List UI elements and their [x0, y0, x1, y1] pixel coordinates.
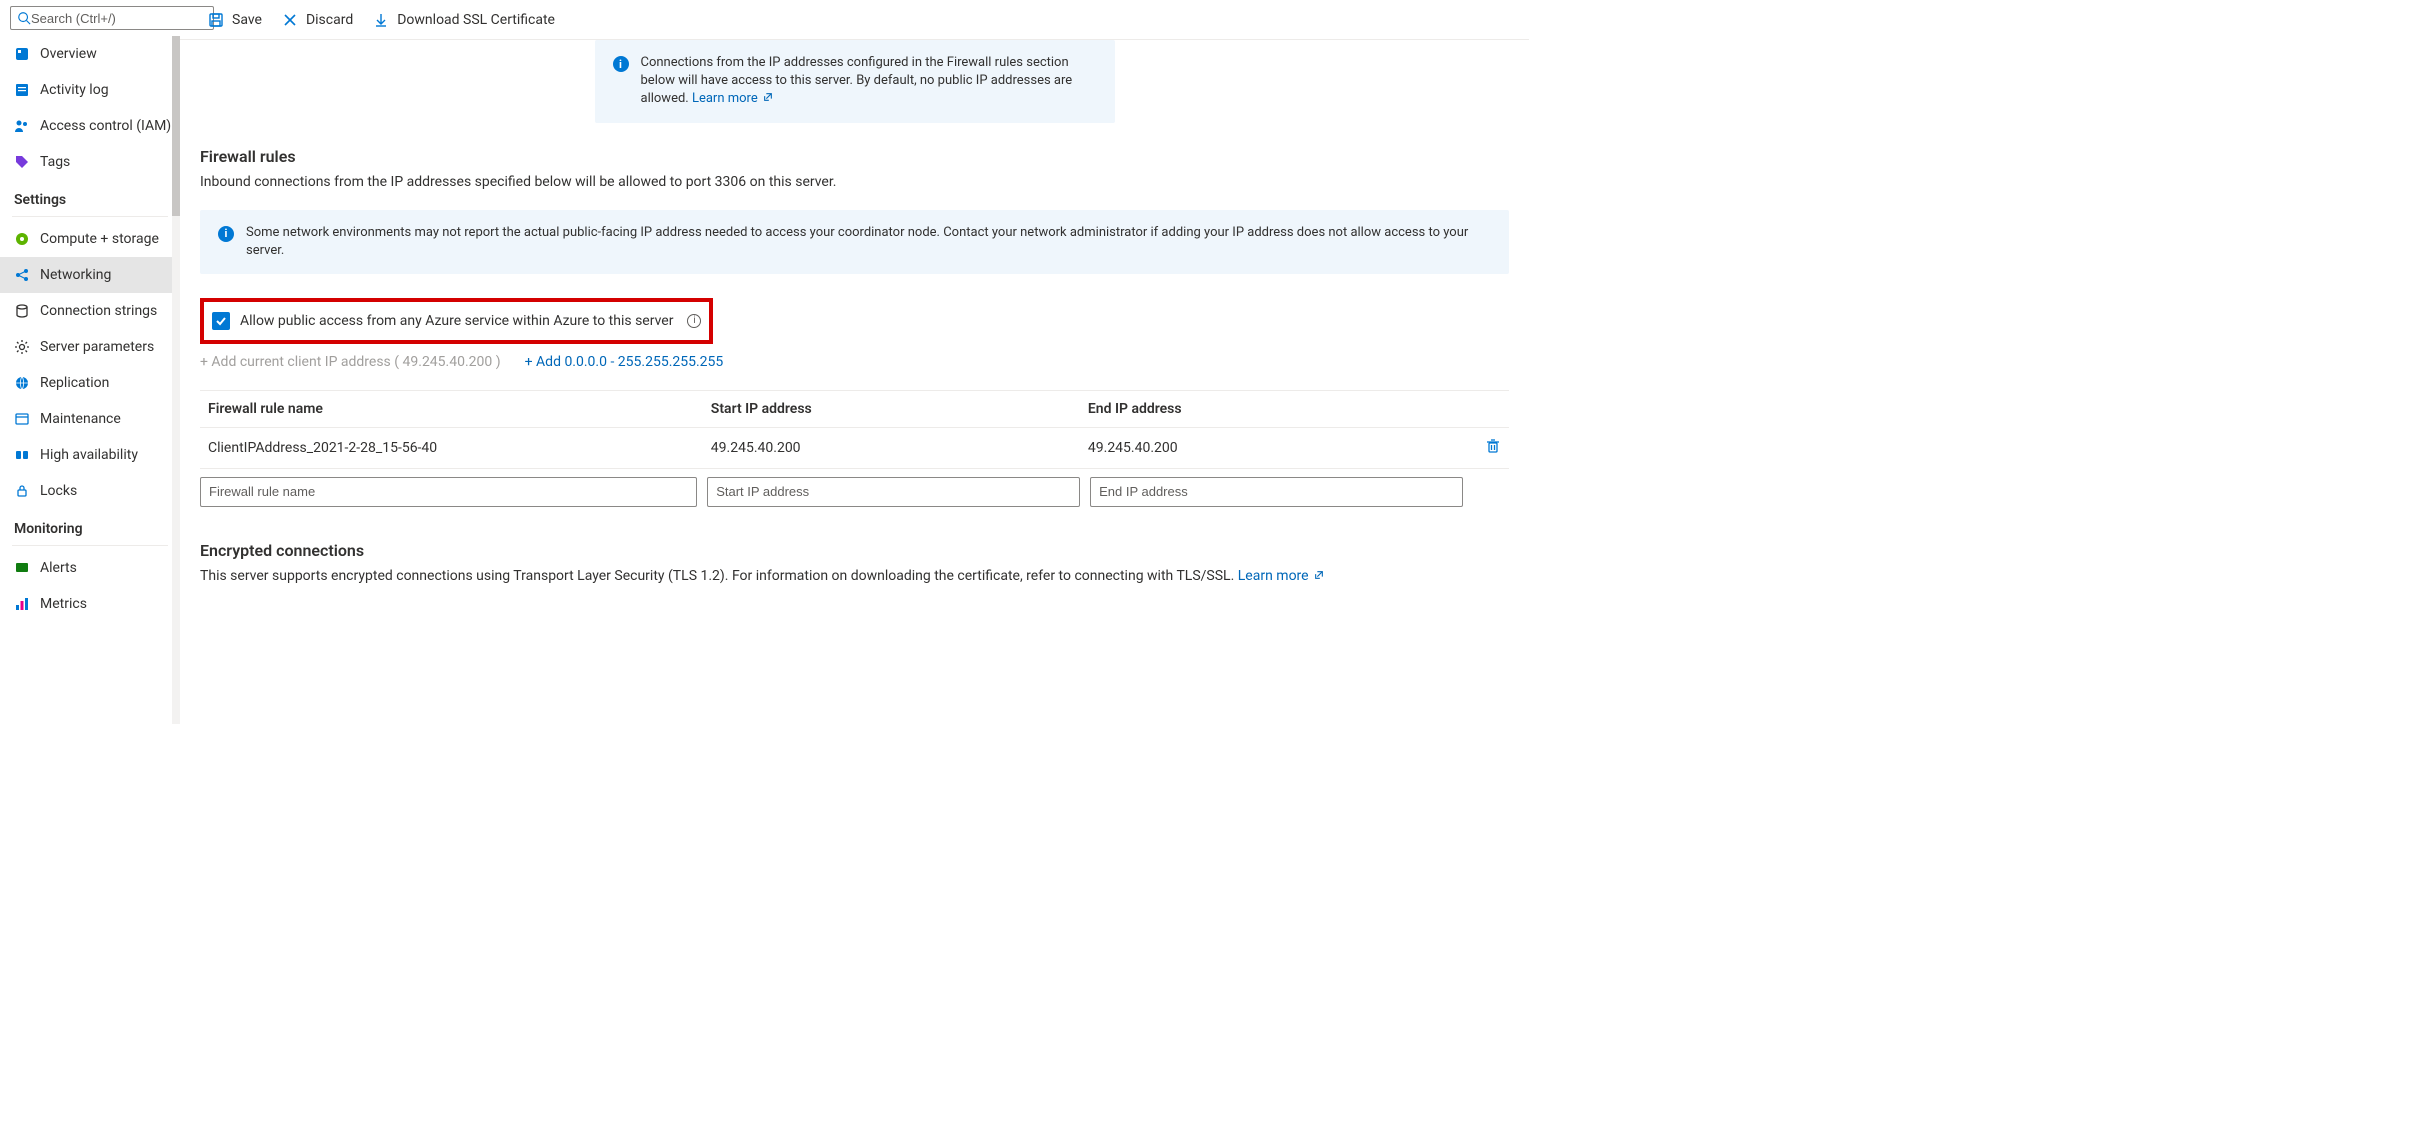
allow-azure-services-highlight: Allow public access from any Azure servi… — [200, 298, 713, 344]
sidebar-item-metrics[interactable]: Metrics — [0, 586, 180, 622]
sidebar-item-overview[interactable]: Overview — [0, 36, 180, 72]
cell-end-ip: 49.245.40.200 — [1088, 440, 1465, 456]
info-network-env: i Some network environments may not repo… — [200, 210, 1509, 274]
sidebar-item-server-parameters[interactable]: Server parameters — [0, 329, 180, 365]
cell-start-ip: 49.245.40.200 — [711, 440, 1088, 456]
nav-label: Metrics — [40, 596, 87, 612]
save-icon — [208, 12, 224, 28]
sidebar-item-maintenance[interactable]: Maintenance — [0, 401, 180, 437]
nav-label: Tags — [40, 154, 70, 170]
sidebar: Overview Activity log Access control (IA… — [0, 0, 180, 724]
save-label: Save — [232, 12, 262, 28]
nav-label: Alerts — [40, 560, 77, 576]
discard-button[interactable]: Discard — [272, 4, 363, 36]
nav-label: Access control (IAM) — [40, 118, 171, 134]
info-tooltip-icon[interactable]: i — [687, 314, 701, 328]
compute-icon — [14, 231, 30, 247]
sidebar-scrollbar[interactable] — [172, 36, 180, 724]
add-client-ip-button[interactable]: + Add current client IP address ( 49.245… — [200, 354, 501, 370]
sidebar-item-connection-strings[interactable]: Connection strings — [0, 293, 180, 329]
table-new-row — [200, 469, 1509, 515]
connection-icon — [14, 303, 30, 319]
nav-label: Networking — [40, 267, 111, 283]
networking-icon — [14, 267, 30, 283]
sidebar-item-networking[interactable]: Networking — [0, 257, 180, 293]
nav-label: Server parameters — [40, 339, 154, 355]
gear-icon — [14, 339, 30, 355]
sidebar-section-monitoring: Monitoring — [0, 509, 180, 541]
learn-more-link[interactable]: Learn more — [692, 91, 773, 106]
encrypted-conn-desc: This server supports encrypted connectio… — [200, 568, 1509, 584]
nav-label: Locks — [40, 483, 77, 499]
delete-rule-button[interactable] — [1485, 438, 1501, 458]
nav-label: Compute + storage — [40, 231, 159, 247]
new-end-ip-input[interactable] — [1090, 477, 1463, 507]
add-full-range-button[interactable]: + Add 0.0.0.0 - 255.255.255.255 — [525, 354, 724, 370]
sidebar-item-compute-storage[interactable]: Compute + storage — [0, 221, 180, 257]
trash-icon — [1485, 438, 1501, 454]
encrypted-conn-title: Encrypted connections — [200, 541, 1509, 560]
nav-label: Activity log — [40, 82, 109, 98]
sidebar-item-alerts[interactable]: Alerts — [0, 550, 180, 586]
new-start-ip-input[interactable] — [707, 477, 1080, 507]
database-icon — [14, 46, 30, 62]
maintenance-icon — [14, 411, 30, 427]
sidebar-section-settings: Settings — [0, 180, 180, 212]
cell-rule-name: ClientIPAddress_2021-2-28_15-56-40 — [208, 440, 711, 456]
toolbar: Save Discard Download SSL Certificate — [180, 0, 1529, 40]
content-scroll[interactable]: i Connections from the IP addresses conf… — [180, 40, 1529, 724]
discard-icon — [282, 12, 298, 28]
col-start-ip: Start IP address — [711, 401, 1088, 417]
check-icon — [215, 315, 227, 327]
save-button[interactable]: Save — [198, 4, 272, 36]
nav-label: Overview — [40, 46, 97, 62]
nav-label: Replication — [40, 375, 109, 391]
col-rule-name: Firewall rule name — [208, 401, 711, 417]
allow-azure-checkbox[interactable] — [212, 312, 230, 330]
external-link-icon — [1314, 570, 1324, 580]
sidebar-nav[interactable]: Overview Activity log Access control (IA… — [0, 36, 180, 724]
firewall-rules-title: Firewall rules — [200, 147, 1509, 166]
tag-icon — [14, 154, 30, 170]
table-row: ClientIPAddress_2021-2-28_15-56-40 49.24… — [200, 428, 1509, 469]
ha-icon — [14, 447, 30, 463]
col-end-ip: End IP address — [1088, 401, 1465, 417]
nav-label: High availability — [40, 447, 138, 463]
download-label: Download SSL Certificate — [397, 12, 555, 28]
info-firewall-access: i Connections from the IP addresses conf… — [595, 40, 1115, 123]
globe-icon — [14, 375, 30, 391]
nav-label: Connection strings — [40, 303, 157, 319]
search-icon — [17, 11, 31, 25]
table-header: Firewall rule name Start IP address End … — [200, 390, 1509, 428]
main-content: Save Discard Download SSL Certificate i … — [180, 0, 1529, 724]
lock-icon — [14, 483, 30, 499]
learn-more-tls-link[interactable]: Learn more — [1238, 568, 1324, 584]
info-text: Connections from the IP addresses config… — [641, 54, 1097, 109]
sidebar-item-high-availability[interactable]: High availability — [0, 437, 180, 473]
info-icon: i — [613, 56, 629, 72]
allow-azure-label: Allow public access from any Azure servi… — [240, 313, 673, 329]
firewall-rules-table: Firewall rule name Start IP address End … — [200, 390, 1509, 515]
new-rule-name-input[interactable] — [200, 477, 697, 507]
sidebar-item-tags[interactable]: Tags — [0, 144, 180, 180]
sidebar-item-access-control[interactable]: Access control (IAM) — [0, 108, 180, 144]
nav-label: Maintenance — [40, 411, 121, 427]
sidebar-item-replication[interactable]: Replication — [0, 365, 180, 401]
discard-label: Discard — [306, 12, 353, 28]
sidebar-item-activity-log[interactable]: Activity log — [0, 72, 180, 108]
metrics-icon — [14, 596, 30, 612]
sidebar-item-locks[interactable]: Locks — [0, 473, 180, 509]
firewall-rules-desc: Inbound connections from the IP addresse… — [200, 174, 1509, 190]
people-icon — [14, 118, 30, 134]
download-icon — [373, 12, 389, 28]
info-text: Some network environments may not report… — [246, 224, 1491, 260]
external-link-icon — [763, 92, 773, 102]
alerts-icon — [14, 560, 30, 576]
download-cert-button[interactable]: Download SSL Certificate — [363, 4, 565, 36]
info-icon: i — [218, 226, 234, 242]
log-icon — [14, 82, 30, 98]
